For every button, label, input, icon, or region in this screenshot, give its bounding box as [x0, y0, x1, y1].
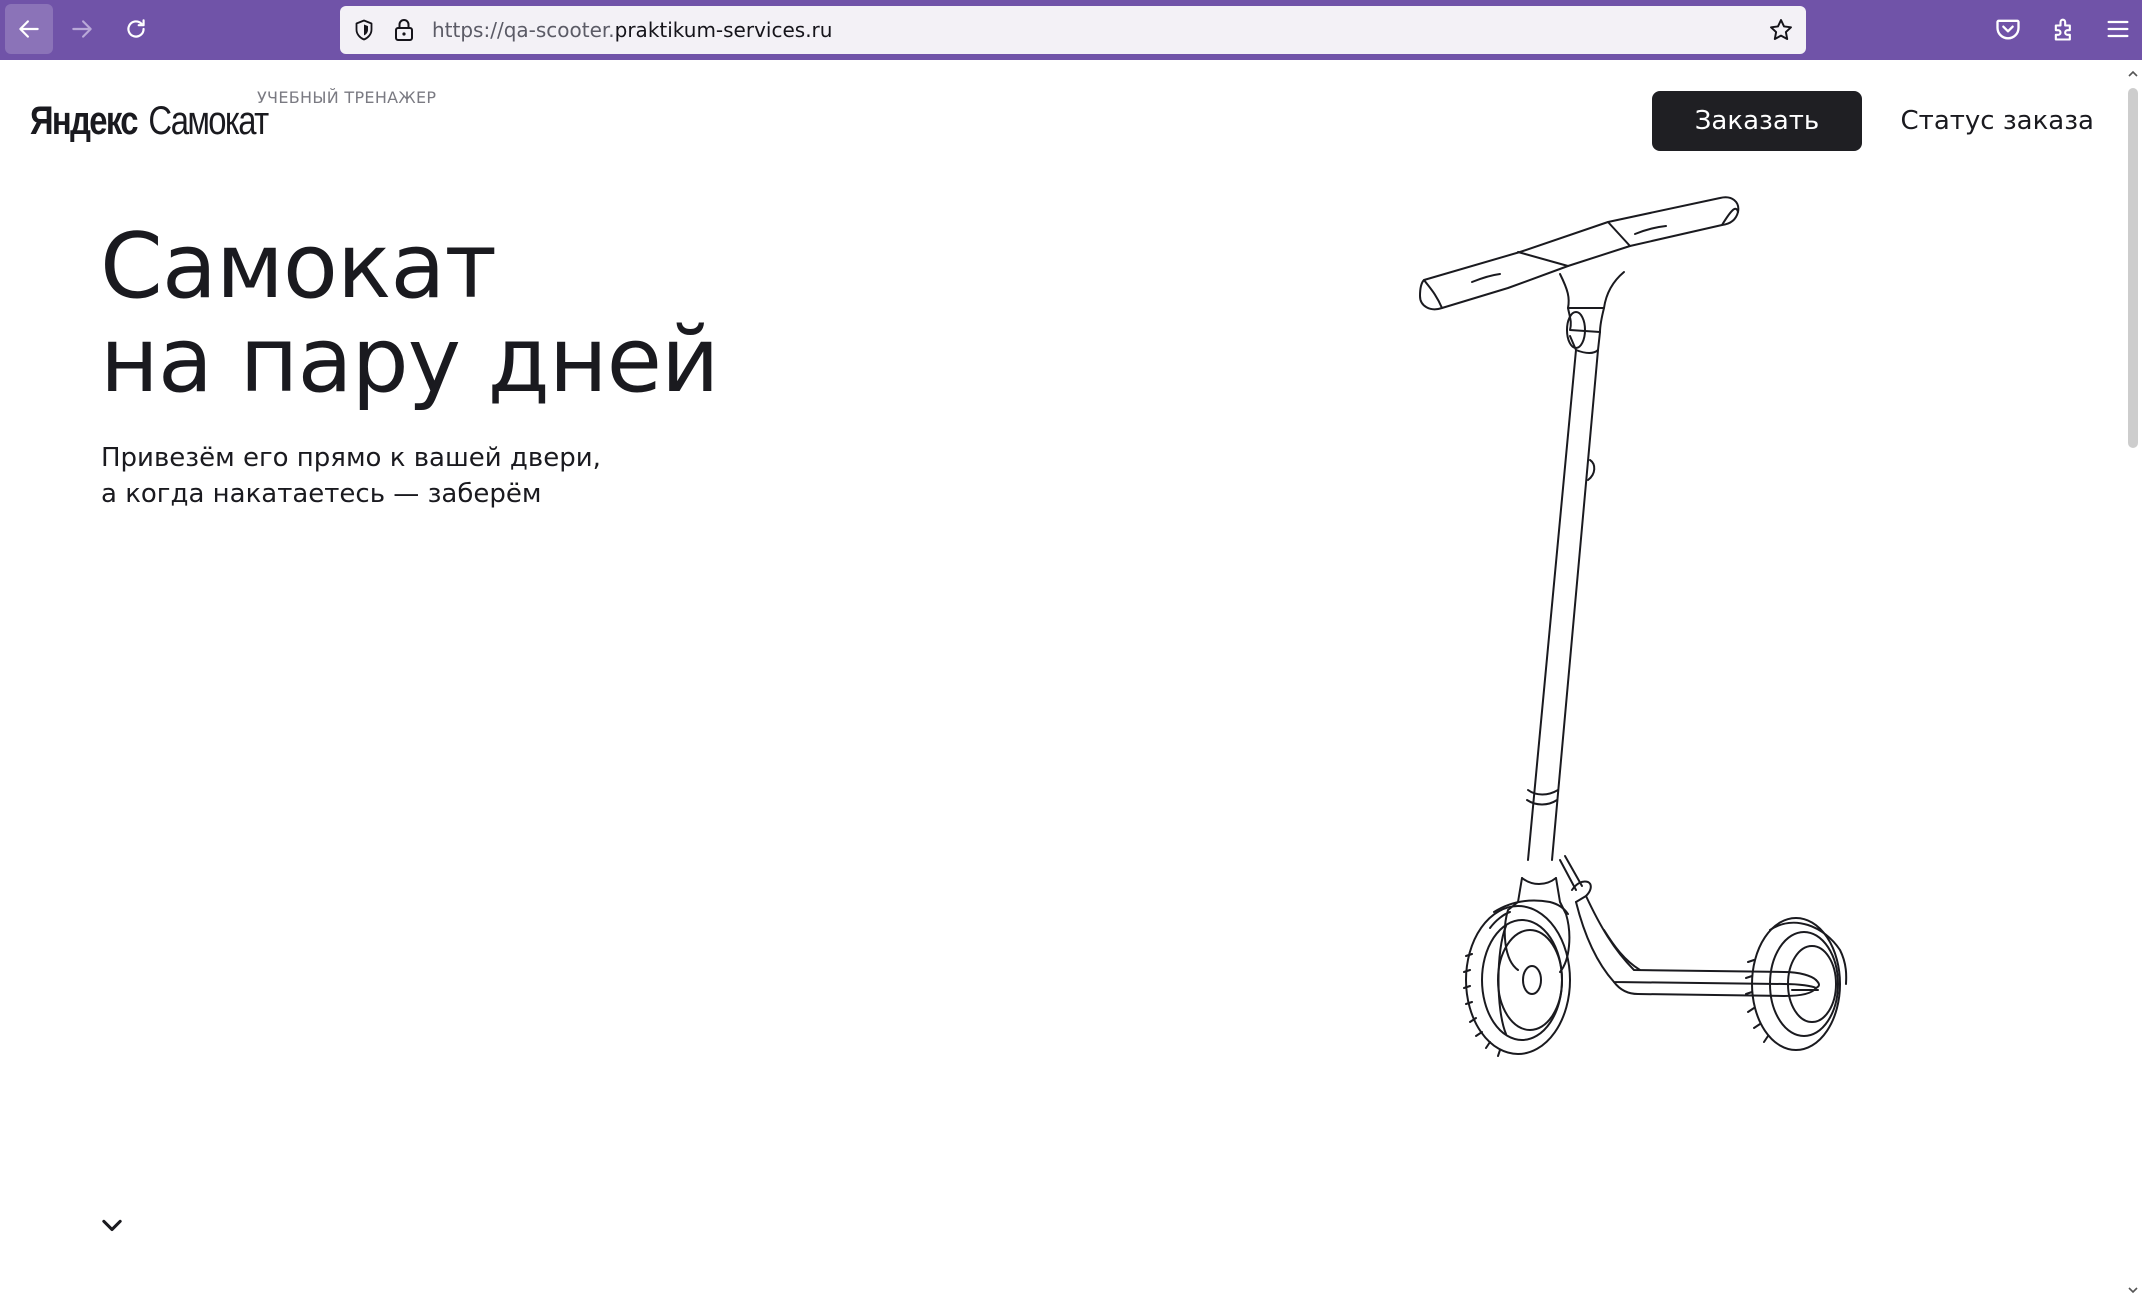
hero-subtitle: Привезём его прямо к вашей двери, а когд…: [101, 440, 601, 512]
shield-icon[interactable]: [352, 18, 376, 42]
logo-brand: Яндекс: [30, 99, 138, 143]
extensions-icon[interactable]: [2050, 15, 2078, 43]
pocket-icon[interactable]: [1994, 15, 2022, 43]
scrollbar-thumb[interactable]: [2128, 88, 2138, 448]
scooter-illustration: [1419, 196, 1848, 1057]
hero-subtitle-line-1: Привезём его прямо к вашей двери,: [101, 443, 601, 473]
url-prefix: https://qa-scooter.: [432, 18, 615, 42]
order-status-button[interactable]: Статус заказа: [1900, 91, 2100, 151]
hero-title: Самокат на пару дней: [100, 214, 720, 413]
order-button[interactable]: Заказать: [1652, 91, 1862, 151]
scroll-up-arrow-icon[interactable]: [2127, 68, 2139, 80]
address-bar[interactable]: https://qa-scooter.praktikum-services.ru: [340, 6, 1806, 54]
reload-icon: [127, 19, 145, 38]
hero-title-line-1: Самокат: [100, 214, 497, 319]
site-header: Яндекс Самокат УЧЕБНЫЙ ТРЕНАЖЕР Заказать …: [0, 60, 2124, 170]
logo-subtitle: УЧЕБНЫЙ ТРЕНАЖЕР: [257, 88, 437, 107]
back-button[interactable]: [5, 4, 53, 54]
hero-title-line-2: на пару дней: [100, 308, 720, 413]
reload-button[interactable]: [112, 4, 160, 54]
page-scrollbar[interactable]: [2124, 60, 2142, 1307]
star-icon[interactable]: [1768, 17, 1794, 43]
forward-button[interactable]: [58, 4, 106, 54]
menu-icon[interactable]: [2104, 15, 2132, 43]
hero-subtitle-line-2: а когда накатаетесь — заберём: [101, 479, 542, 509]
browser-toolbar: https://qa-scooter.praktikum-services.ru: [0, 0, 2142, 60]
url-text[interactable]: https://qa-scooter.praktikum-services.ru: [432, 16, 832, 44]
scroll-down-arrow-icon[interactable]: [2127, 1284, 2139, 1296]
logo-product: Самокат: [148, 99, 269, 143]
url-domain: praktikum-services.ru: [614, 18, 833, 42]
back-icon: [19, 20, 39, 38]
lock-icon[interactable]: [392, 17, 416, 43]
chevron-down-icon[interactable]: [98, 1212, 126, 1240]
site-logo[interactable]: Яндекс Самокат: [30, 96, 269, 146]
forward-icon: [72, 20, 92, 38]
